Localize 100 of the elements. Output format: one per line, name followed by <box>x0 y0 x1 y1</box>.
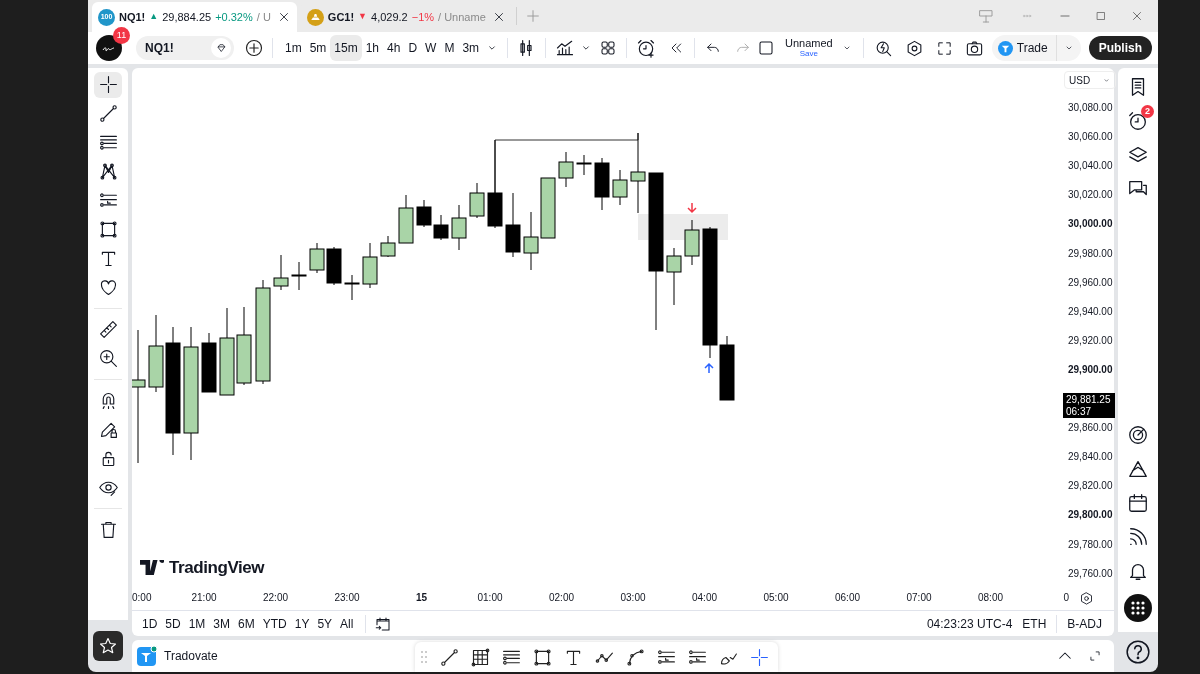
trade-button[interactable]: Trade <box>991 35 1056 61</box>
price-tick-label: 29,980.00 <box>1068 247 1113 260</box>
candle <box>505 192 521 258</box>
target-icon[interactable] <box>1127 424 1149 446</box>
layout-grid-icon[interactable] <box>599 39 618 57</box>
time-tick-label: 15 <box>416 592 428 604</box>
time-tick-label: 23:00 <box>334 592 360 604</box>
alerts-badge: 2 <box>1141 105 1154 118</box>
interval-button[interactable]: 1h <box>361 35 384 61</box>
adjustment-button[interactable]: B-ADJ <box>1067 614 1102 633</box>
tab-layout-name: / Unname <box>438 9 486 25</box>
change-arrow: ▼ <box>358 10 368 24</box>
candle <box>416 199 432 228</box>
clock-text[interactable]: 04:23:23 UTC-4 <box>926 614 1013 633</box>
candle <box>684 219 700 266</box>
last-price-label: 29,881.25 06:37 <box>1063 393 1115 418</box>
time-tick-label: 21:00 <box>191 592 217 604</box>
interval-button[interactable]: 15m <box>330 35 362 61</box>
maximize-icon[interactable] <box>1095 10 1107 22</box>
price-tick-label: 29,920.00 <box>1068 334 1113 347</box>
tab-symbol: NQ1! <box>119 9 146 25</box>
symbol-logo-icon <box>306 8 324 26</box>
watermark-logo-text: TradingView <box>169 556 265 579</box>
layout-name[interactable]: Unnamed <box>785 38 833 49</box>
broker-name[interactable]: Tradovate <box>164 647 218 665</box>
candle <box>326 246 342 286</box>
range-button[interactable]: 5Y <box>313 612 337 635</box>
price-tick-label: 30,080.00 <box>1068 102 1113 114</box>
help-icon[interactable] <box>1125 639 1151 665</box>
price-tick-label: 30,020.00 <box>1068 189 1113 202</box>
star-icon <box>98 636 118 656</box>
change-arrow: ▲ <box>149 10 159 24</box>
trade-logo-icon <box>997 40 1013 56</box>
calendar-icon[interactable] <box>1127 492 1149 514</box>
time-tick-label: 02:00 <box>549 592 575 604</box>
drag-handle-icon[interactable] <box>421 651 427 663</box>
triangle-icon[interactable] <box>1127 458 1149 480</box>
publish-button[interactable]: Publish <box>1088 36 1152 60</box>
broker-logo-icon <box>137 646 157 666</box>
range-button[interactable]: 3M <box>209 612 235 635</box>
symbol-search-field[interactable]: NQ1! <box>136 36 234 60</box>
price-tick-label: 30,060.00 <box>1068 131 1113 144</box>
price-tick-label: 30,000.00 <box>1068 218 1113 231</box>
time-tick-label: 22:00 <box>263 592 289 604</box>
candle <box>451 204 467 251</box>
add-symbol-icon[interactable] <box>244 38 264 58</box>
tab-price: 4,029.2 <box>371 9 408 25</box>
candle <box>540 177 556 239</box>
interval-button[interactable]: 3m <box>458 35 484 61</box>
alarm-plus-icon[interactable] <box>636 38 657 58</box>
session-button[interactable]: ETH <box>1022 614 1047 633</box>
range-button[interactable]: All <box>336 612 358 635</box>
range-button[interactable]: YTD <box>258 612 291 635</box>
candle <box>344 274 360 301</box>
indicators-icon[interactable] <box>555 38 576 58</box>
scale-settings-icon[interactable] <box>1079 591 1094 606</box>
interval-button[interactable]: 4h <box>383 35 405 61</box>
price-tick-label: 29,940.00 <box>1068 305 1113 318</box>
price-tick-label: 29,760.00 <box>1068 567 1113 580</box>
layout-square-icon[interactable] <box>757 39 776 57</box>
range-button[interactable]: 1Y <box>290 612 314 635</box>
currency-dropdown[interactable]: USD <box>1064 71 1116 89</box>
candle <box>380 235 396 258</box>
price-tick-label: 29,900.00 <box>1068 363 1113 376</box>
candle <box>433 214 449 241</box>
tab-change: −1% <box>411 9 435 25</box>
logo-icon <box>140 559 164 575</box>
candle <box>398 194 414 244</box>
interval-button[interactable]: 1m <box>281 35 306 61</box>
tab-symbol: GC1! <box>327 9 355 25</box>
candle <box>309 242 325 274</box>
range-button[interactable]: 1M <box>184 612 210 635</box>
range-button[interactable]: 5D <box>161 612 185 635</box>
candle <box>558 151 574 188</box>
fullscreen-icon[interactable] <box>935 39 953 57</box>
price-tick-label: 30,040.00 <box>1068 160 1113 173</box>
candle <box>201 332 217 393</box>
tab-change: +0.32% <box>215 9 253 25</box>
apps-icon[interactable] <box>1124 594 1152 622</box>
favorites-button[interactable] <box>93 631 123 661</box>
save-link[interactable]: Save <box>799 50 818 58</box>
alarm-clock-icon[interactable] <box>1127 110 1149 132</box>
interval-button[interactable]: M <box>440 35 459 61</box>
expand-icon[interactable] <box>1088 649 1102 663</box>
signal-icon[interactable] <box>1127 526 1149 548</box>
range-button[interactable]: 6M <box>234 612 259 635</box>
crosshair-icon[interactable] <box>94 71 122 98</box>
price-tick-label: 29,800.00 <box>1068 509 1113 522</box>
price-tick-label: 29,860.00 <box>1068 422 1113 435</box>
price-tick-label: 29,780.00 <box>1068 538 1113 551</box>
candle <box>469 182 485 219</box>
interval-button[interactable]: D <box>404 35 422 61</box>
interval-button[interactable]: W <box>421 35 441 61</box>
time-tick-label: 07:00 <box>906 592 932 604</box>
range-button[interactable]: 1D <box>138 612 162 635</box>
candle <box>666 247 682 306</box>
time-tick-label: 03:00 <box>620 592 646 604</box>
interval-button[interactable]: 5m <box>305 35 331 61</box>
time-tick-label: 01:00 <box>477 592 503 604</box>
price-tick-label: 29,840.00 <box>1068 451 1113 464</box>
